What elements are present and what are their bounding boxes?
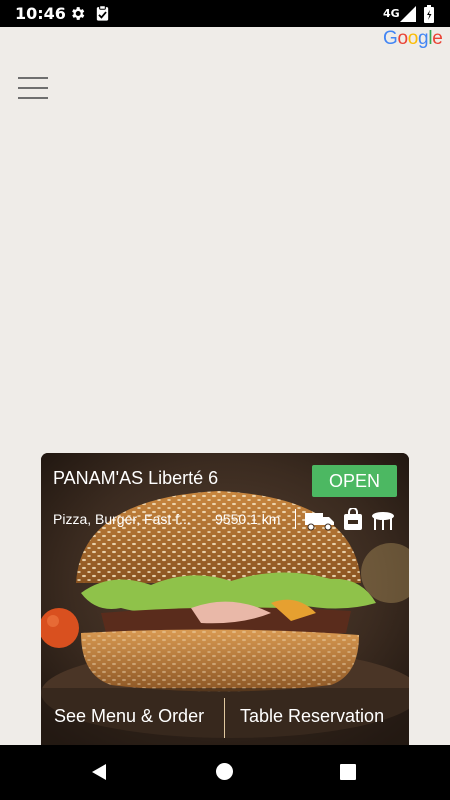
recents-icon[interactable] (340, 764, 356, 780)
settings-icon (69, 5, 86, 27)
dine-in-table-icon (371, 511, 395, 536)
restaurant-name: PANAM'AS Liberté 6 (53, 468, 219, 488)
cuisine-text: Pizza, Burger, Fast f... (53, 511, 191, 527)
status-bar: 10:46 4G (0, 0, 450, 27)
hamburger-menu-icon[interactable] (18, 77, 50, 103)
back-icon[interactable] (90, 763, 108, 786)
network-type: 4G (383, 7, 400, 20)
battery-icon (424, 5, 434, 28)
clipboard-check-icon (95, 5, 110, 27)
button-separator (224, 698, 225, 738)
distance-text: 9550.1 km (215, 511, 281, 527)
table-reservation-button[interactable]: Table Reservation (240, 706, 384, 727)
signal-icon (400, 6, 416, 27)
info-divider (295, 509, 296, 529)
navigation-bar (0, 745, 450, 800)
status-time: 10:46 (15, 4, 66, 23)
takeaway-bag-icon (343, 507, 363, 535)
status-badge: OPEN (312, 465, 397, 497)
google-logo: Google (383, 28, 443, 49)
home-icon[interactable] (216, 763, 233, 780)
delivery-truck-icon (305, 511, 335, 536)
see-menu-order-button[interactable]: See Menu & Order (54, 706, 204, 727)
restaurant-card[interactable]: PANAM'AS Liberté 6 OPEN Pizza, Burger, F… (41, 453, 409, 745)
